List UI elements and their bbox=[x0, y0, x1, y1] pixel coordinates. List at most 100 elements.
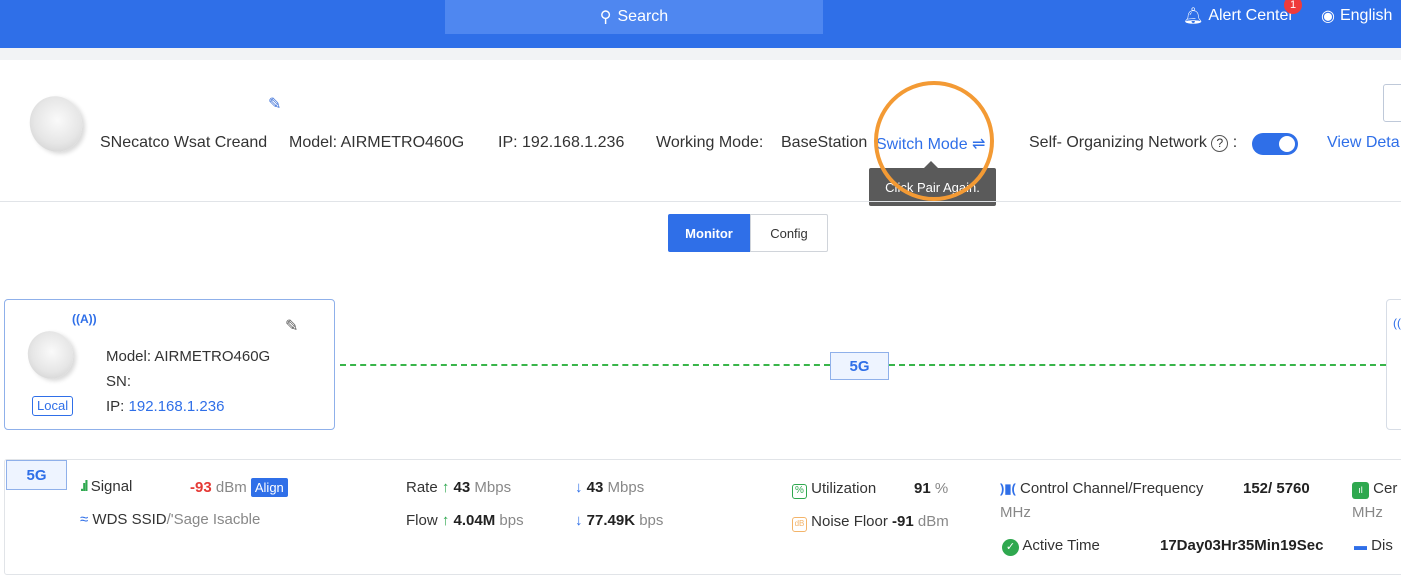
center-frequency-icon: ıl bbox=[1352, 482, 1369, 499]
link-band-tag: 5G bbox=[830, 352, 889, 380]
noise-floor-icon: dB bbox=[792, 517, 807, 532]
local-ip-label: IP: bbox=[106, 398, 125, 415]
channel-icon: )▮( bbox=[1000, 481, 1016, 496]
device-ip-value: 192.168.1.236 bbox=[522, 134, 625, 151]
stats-band-tag: 5G bbox=[6, 460, 67, 490]
signal-stat: .ıl Signal bbox=[80, 478, 132, 495]
highlight-circle bbox=[874, 81, 994, 201]
search-icon: ⚲ bbox=[599, 9, 612, 26]
edge-button[interactable] bbox=[1383, 84, 1401, 122]
channel-unit: MHz bbox=[1000, 504, 1031, 521]
signal-bars-icon: .ıl bbox=[80, 478, 88, 495]
flow-stat: Flow ↑ 4.04M bps bbox=[406, 512, 524, 529]
distance-icon: ▬ bbox=[1354, 538, 1367, 553]
distance-stat: ▬ Dis bbox=[1354, 537, 1393, 554]
flow-up-value: 4.04M bbox=[453, 512, 496, 529]
rate-up-unit: Mbps bbox=[474, 479, 512, 496]
search-bar[interactable]: ⚲ Search bbox=[445, 0, 823, 34]
distance-label: Dis bbox=[1371, 537, 1393, 554]
tab-monitor[interactable]: Monitor bbox=[668, 214, 750, 252]
flow-down-stat: ↓ 77.49K bps bbox=[575, 512, 663, 529]
device-ip: IP: 192.168.1.236 bbox=[498, 134, 624, 152]
edit-name-icon[interactable]: ✎ bbox=[268, 94, 281, 114]
working-mode-value: BaseStation bbox=[781, 134, 868, 151]
flow-down-unit: bps bbox=[639, 512, 664, 529]
working-mode-label: Working Mode: bbox=[656, 134, 764, 151]
check-circle-icon: ✓ bbox=[1002, 539, 1019, 556]
signal-value: -93 bbox=[190, 479, 212, 496]
noise-label: Noise Floor bbox=[811, 513, 888, 530]
son-toggle[interactable] bbox=[1252, 133, 1298, 155]
download-arrow-icon: ↓ bbox=[575, 512, 583, 529]
son-label: Self- Organizing Network bbox=[1029, 134, 1207, 151]
utilization-label: Utilization bbox=[811, 480, 877, 497]
download-arrow-icon: ↓ bbox=[575, 479, 583, 496]
tab-config[interactable]: Config bbox=[750, 214, 828, 252]
son-label-group: Self- Organizing Network ? : bbox=[1029, 134, 1237, 152]
bell-icon: 🔔︎ bbox=[1183, 8, 1204, 25]
wds-value: /'Sage Isacble bbox=[166, 511, 261, 528]
local-tag: Local bbox=[32, 396, 74, 416]
header-spacer bbox=[0, 48, 1401, 60]
language-label: English bbox=[1339, 7, 1393, 24]
device-ip-label: IP: bbox=[498, 134, 518, 151]
flow-label: Flow bbox=[406, 512, 438, 529]
rate-down-value: 43 bbox=[586, 479, 604, 496]
center-unit: MHz bbox=[1352, 504, 1383, 521]
globe-icon: ◉ bbox=[1321, 8, 1335, 25]
utilization-icon: % bbox=[792, 484, 807, 499]
alert-center-label: Alert Center bbox=[1208, 7, 1294, 24]
son-colon: : bbox=[1232, 134, 1238, 151]
antenna-icon: ((A)) bbox=[72, 312, 97, 326]
upload-arrow-icon: ↑ bbox=[441, 479, 450, 496]
search-label: Search bbox=[617, 8, 669, 25]
alert-count-badge: 1 bbox=[1284, 0, 1302, 14]
section-divider bbox=[0, 201, 1401, 202]
center-label: Cer bbox=[1373, 480, 1398, 497]
help-icon[interactable]: ? bbox=[1211, 135, 1229, 152]
align-button[interactable]: Align bbox=[250, 478, 288, 497]
wireless-link-line-left bbox=[340, 364, 830, 366]
top-navigation-bar: ⚲ Search 🔔︎ Alert Center 1 ◉ English bbox=[0, 0, 1401, 48]
local-model: Model: AIRMETRO460G bbox=[106, 348, 271, 365]
rate-down-unit: Mbps bbox=[607, 479, 645, 496]
utilization-value-group: 91 % bbox=[914, 480, 948, 497]
view-tabs: Monitor Config bbox=[668, 214, 828, 252]
channel-value: 152/ 5760 bbox=[1243, 480, 1310, 497]
rate-up-value: 43 bbox=[453, 479, 471, 496]
language-selector[interactable]: ◉ English bbox=[1321, 6, 1392, 26]
wds-ssid-stat: ≈ WDS SSID/'Sage Isacble bbox=[80, 511, 260, 528]
utilization-value: 91 bbox=[914, 480, 931, 497]
center-frequency-stat: ıl Cer bbox=[1352, 480, 1397, 499]
view-details-link[interactable]: View Deta bbox=[1327, 134, 1400, 152]
active-time-label: Active Time bbox=[1022, 537, 1100, 554]
alert-center-button[interactable]: 🔔︎ Alert Center bbox=[1183, 6, 1294, 26]
wds-label: WDS SSID bbox=[92, 511, 167, 528]
flow-up-unit: bps bbox=[499, 512, 524, 529]
signal-value-group: -93 dBm Align bbox=[190, 478, 288, 497]
noise-floor-stat: dB Noise Floor -91 dBm bbox=[792, 513, 949, 532]
utilization-stat: % Utilization bbox=[792, 480, 876, 499]
device-name: SNecatco Wsat Creand bbox=[100, 134, 268, 151]
noise-unit: dBm bbox=[917, 513, 949, 530]
flow-down-value: 77.49K bbox=[586, 512, 636, 529]
signal-label: Signal bbox=[90, 478, 133, 495]
wifi-icon: ≈ bbox=[80, 511, 89, 528]
local-ip-value: 192.168.1.236 bbox=[128, 398, 225, 415]
utilization-unit: % bbox=[934, 480, 949, 497]
channel-label: Control Channel/Frequency bbox=[1019, 480, 1204, 497]
device-model: Model: AIRMETRO460G bbox=[289, 134, 465, 151]
signal-unit: dBm bbox=[215, 479, 247, 496]
upload-arrow-icon: ↑ bbox=[441, 512, 450, 529]
edit-icon[interactable]: ✎ bbox=[285, 316, 298, 336]
noise-value: -91 bbox=[892, 513, 914, 530]
wireless-link-line-right bbox=[889, 364, 1386, 366]
rate-down-stat: ↓ 43 Mbps bbox=[575, 479, 644, 496]
rate-stat: Rate ↑ 43 Mbps bbox=[406, 479, 511, 496]
peer-antenna-icon: (( bbox=[1393, 316, 1401, 330]
rate-label: Rate bbox=[406, 479, 438, 496]
active-time-stat: ✓ Active Time bbox=[1002, 537, 1100, 556]
local-ip: IP: 192.168.1.236 bbox=[106, 398, 224, 415]
active-time-value: 17Day03Hr35Min19Sec bbox=[1160, 537, 1324, 554]
channel-stat: )▮( Control Channel/Frequency bbox=[1000, 480, 1203, 497]
